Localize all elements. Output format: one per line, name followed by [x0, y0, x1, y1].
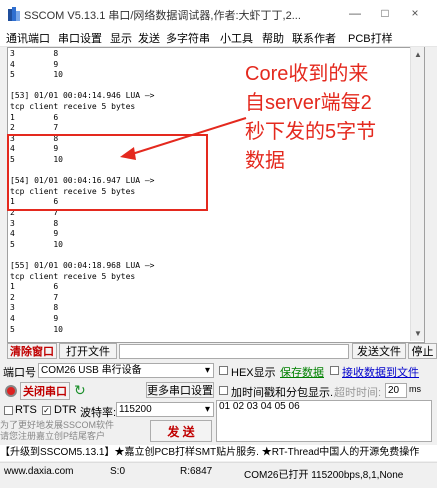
log-line: 3 8	[10, 218, 59, 228]
close-button[interactable]: ×	[408, 6, 422, 20]
file-path-input[interactable]	[119, 344, 349, 359]
menu-multi-string[interactable]: 多字符串	[166, 30, 210, 46]
open-port-button[interactable]: 关闭串口	[20, 382, 70, 400]
port-select[interactable]: COM26 USB 串行设备 ▾	[38, 363, 214, 378]
app-window: SSCOM V5.13.1 串口/网络数据调试器,作者:大虾丁丁,2... — …	[0, 0, 437, 488]
timeout-unit: ms	[409, 384, 421, 394]
save-data-link[interactable]: 保存数据	[280, 364, 324, 380]
record-icon	[5, 385, 17, 397]
maximize-button[interactable]: □	[378, 6, 392, 20]
log-line: [53] 01/01 00:04:14.946 LUA —>	[10, 91, 155, 101]
title-bar: SSCOM V5.13.1 串口/网络数据调试器,作者:大虾丁丁,2... — …	[0, 0, 437, 28]
hint-line: 请您注册嘉立创P结尾客户	[0, 431, 106, 441]
register-hint: 为了更好地发展SSCOM软件 请您注册嘉立创P结尾客户	[0, 420, 120, 442]
status-bar: www.daxia.com S:0 R:6847 COM26已打开 115200…	[0, 462, 437, 483]
window-title: SSCOM V5.13.1 串口/网络数据调试器,作者:大虾丁丁,2...	[24, 10, 301, 22]
port-select-value: COM26 USB 串行设备	[41, 365, 142, 376]
log-line: 5 10	[10, 70, 63, 80]
minimize-button[interactable]: —	[348, 6, 362, 20]
chevron-down-icon: ▾	[204, 404, 210, 415]
annotation-text: Core收到的来 自server端每2 秒下发的5字节 数据	[245, 60, 425, 176]
status-sent: S:0	[110, 466, 126, 477]
menu-help[interactable]: 帮助	[262, 30, 284, 46]
highlight-box	[7, 134, 208, 211]
log-line: tcp client receive 5 bytes	[10, 271, 136, 281]
log-line: 2 7	[10, 123, 59, 133]
send-button[interactable]: 发 送	[150, 420, 212, 442]
recv-to-file-link[interactable]: 接收数据到文件	[342, 364, 419, 380]
stop-button[interactable]: 停止	[408, 343, 437, 359]
log-button-row: 清除窗口 打开文件 发送文件 停止	[0, 343, 437, 361]
chevron-down-icon: ▾	[204, 365, 210, 376]
refresh-icon[interactable]: ↻	[74, 382, 86, 399]
menu-bar: 通讯端口 串口设置 显示 发送 多字符串 小工具 帮助 联系作者 PCB打样	[0, 28, 437, 47]
menu-contact-author[interactable]: 联系作者	[292, 30, 336, 46]
log-line: 2 7	[10, 292, 59, 302]
status-site[interactable]: www.daxia.com	[4, 466, 73, 477]
annotation-line: Core收到的来	[245, 63, 369, 85]
log-line: 4 9	[10, 229, 59, 239]
rts-label: RTS	[15, 404, 37, 416]
menu-comm-port[interactable]: 通讯端口	[6, 30, 50, 46]
scroll-down-icon[interactable]: ▼	[414, 329, 422, 338]
open-file-button[interactable]: 打开文件	[59, 343, 117, 359]
baud-select[interactable]: 115200 ▾	[116, 402, 214, 417]
menu-display[interactable]: 显示	[110, 30, 132, 46]
timeout-value: 20	[388, 385, 400, 396]
send-file-button[interactable]: 发送文件	[352, 343, 406, 359]
log-line: 4 9	[10, 59, 59, 69]
promo-bar[interactable]: 【升级到SSCOM5.13.1】★嘉立创PCB打样SMT贴片服务. ★RT-Th…	[0, 445, 437, 461]
menu-send[interactable]: 发送	[138, 30, 160, 46]
baud-value: 115200	[119, 404, 152, 415]
hint-line: 为了更好地发展SSCOM软件	[0, 420, 115, 430]
annotation-line: 数据	[245, 150, 285, 172]
rts-checkbox[interactable]	[4, 406, 13, 415]
hex-display-label: HEX显示	[231, 367, 276, 379]
timestamp-checkbox[interactable]	[219, 386, 228, 395]
annotation-line: 秒下发的5字节	[245, 121, 377, 143]
settings-panel: 端口号 COM26 USB 串行设备 ▾ HEX显示 保存数据 接收数据到文件 …	[0, 362, 437, 444]
clear-window-button[interactable]: 清除窗口	[7, 343, 57, 359]
log-line: tcp client receive 5 bytes	[10, 102, 136, 111]
log-line: 1 6	[10, 282, 59, 292]
log-line: [55] 01/01 00:04:18.968 LUA —>	[10, 261, 155, 270]
log-line: 3 8	[10, 49, 59, 58]
send-data-value: 01 02 03 04 05 06	[219, 401, 300, 412]
scroll-up-icon[interactable]: ▲	[414, 50, 422, 59]
status-port: COM26已打开 115200bps,8,1,None	[244, 470, 404, 481]
hex-display-checkbox[interactable]	[219, 366, 228, 375]
baud-label: 波特率:	[80, 407, 117, 419]
timestamp-label: 加时间戳和分包显示.	[231, 387, 334, 399]
log-line: 5 10	[10, 324, 63, 334]
dtr-label: DTR	[54, 404, 77, 416]
annotation-line: 自server端每2	[245, 92, 372, 114]
dtr-checkbox[interactable]: ✓	[42, 406, 51, 415]
log-line: 4 9	[10, 314, 59, 323]
app-icon	[8, 7, 20, 21]
port-label: 端口号	[3, 367, 36, 379]
menu-pcb[interactable]: PCB打样	[348, 30, 393, 46]
status-received: R:6847	[180, 466, 213, 477]
menu-port-settings[interactable]: 串口设置	[58, 30, 102, 46]
menu-tools[interactable]: 小工具	[220, 30, 253, 46]
send-data-input[interactable]: 01 02 03 04 05 06	[216, 400, 432, 442]
recv-to-file-checkbox[interactable]	[330, 366, 339, 375]
log-line: 5 10	[10, 239, 63, 249]
more-settings-button[interactable]: 更多串口设置	[146, 382, 214, 398]
log-line: 1 6	[10, 112, 59, 122]
log-line: 3 8	[10, 303, 59, 313]
timeout-label: 超时时间:	[334, 387, 382, 399]
timeout-input[interactable]: 20	[385, 383, 407, 398]
